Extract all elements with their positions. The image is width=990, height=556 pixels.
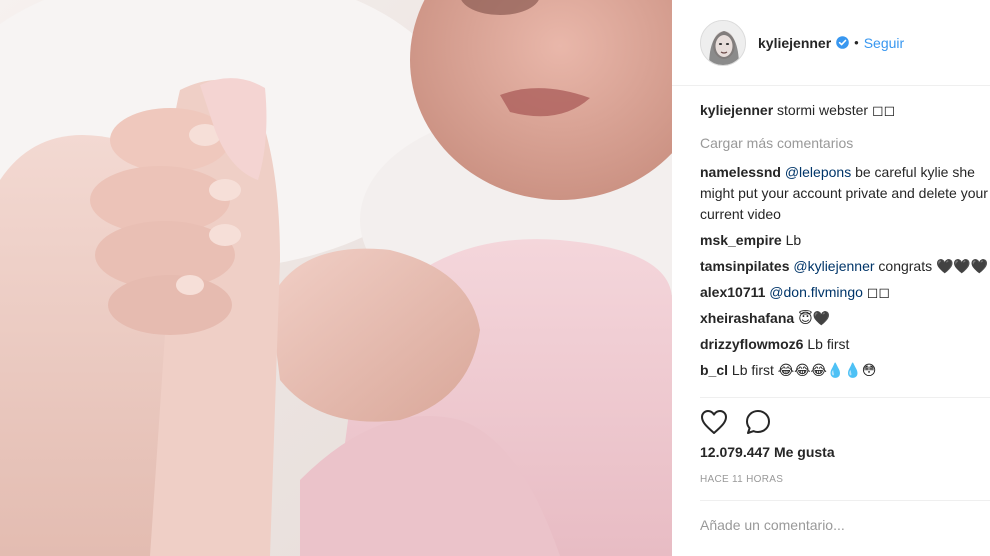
verified-badge-icon	[836, 36, 849, 49]
comment-username[interactable]: b_cl	[700, 362, 728, 378]
comment-text: Lb	[785, 232, 802, 248]
post-caption: kyliejenner stormi webster ◻◻	[700, 100, 990, 121]
post-sidebar: kyliejenner • Seguir kyliejenner stormi …	[672, 0, 990, 556]
baby-hand-photo	[0, 0, 672, 556]
comment-mention[interactable]: @lelepons	[785, 164, 851, 180]
comment-text: Lb first	[807, 336, 850, 352]
like-button[interactable]	[698, 406, 730, 438]
comment-username[interactable]: tamsinpilates	[700, 258, 789, 274]
header-separator: •	[854, 35, 859, 50]
comment-item: namelessnd @lelepons be careful kylie sh…	[700, 162, 990, 225]
comment-mention[interactable]: @don.flvmingo	[769, 284, 863, 300]
comments-list[interactable]: kyliejenner stormi webster ◻◻ Cargar más…	[700, 100, 990, 393]
likes-count[interactable]: 12.079.447 Me gusta	[700, 444, 835, 460]
comment-item: alex10711 @don.flvmingo ◻◻	[700, 282, 990, 303]
load-more-comments-button[interactable]: Cargar más comentarios	[700, 133, 990, 154]
speech-bubble-icon	[746, 410, 770, 434]
comment-username[interactable]: xheirashafana	[700, 310, 794, 326]
comment-username[interactable]: namelessnd	[700, 164, 781, 180]
post-timestamp[interactable]: HACE 11 HORAS	[700, 474, 783, 485]
avatar[interactable]	[700, 19, 746, 66]
comment-text: 😇🖤	[798, 310, 831, 326]
heart-outline-icon	[701, 410, 727, 434]
comment-button[interactable]	[742, 406, 774, 438]
comment-item: drizzyflowmoz6 Lb first	[700, 334, 990, 355]
comment-mention[interactable]: @kyliejenner	[793, 258, 874, 274]
caption-username[interactable]: kyliejenner	[700, 102, 773, 118]
comment-text: congrats 🖤🖤🖤	[874, 258, 989, 274]
caption-text: stormi webster ◻◻	[777, 102, 896, 118]
comment-item: tamsinpilates @kyliejenner congrats 🖤🖤🖤	[700, 256, 990, 277]
comment-item: xheirashafana 😇🖤	[700, 308, 990, 329]
post-photo[interactable]	[0, 0, 672, 556]
comment-text: ◻◻	[862, 284, 891, 300]
add-comment-divider	[700, 500, 990, 501]
comment-username[interactable]: msk_empire	[700, 232, 782, 248]
comment-item: msk_empire Lb	[700, 230, 990, 251]
follow-button[interactable]: Seguir	[864, 35, 904, 51]
post-actions	[698, 406, 786, 438]
comment-username[interactable]: alex10711	[700, 284, 765, 300]
comment-username[interactable]: drizzyflowmoz6	[700, 336, 803, 352]
comment-item: b_cl Lb first 😂😂😂💧💧😳	[700, 360, 990, 381]
comment-text: Lb first 😂😂😂💧💧😳	[731, 362, 877, 378]
post-header: kyliejenner • Seguir	[672, 0, 990, 86]
post-username[interactable]: kyliejenner	[758, 35, 831, 51]
add-comment-input[interactable]	[700, 513, 980, 537]
actions-divider	[700, 397, 990, 398]
